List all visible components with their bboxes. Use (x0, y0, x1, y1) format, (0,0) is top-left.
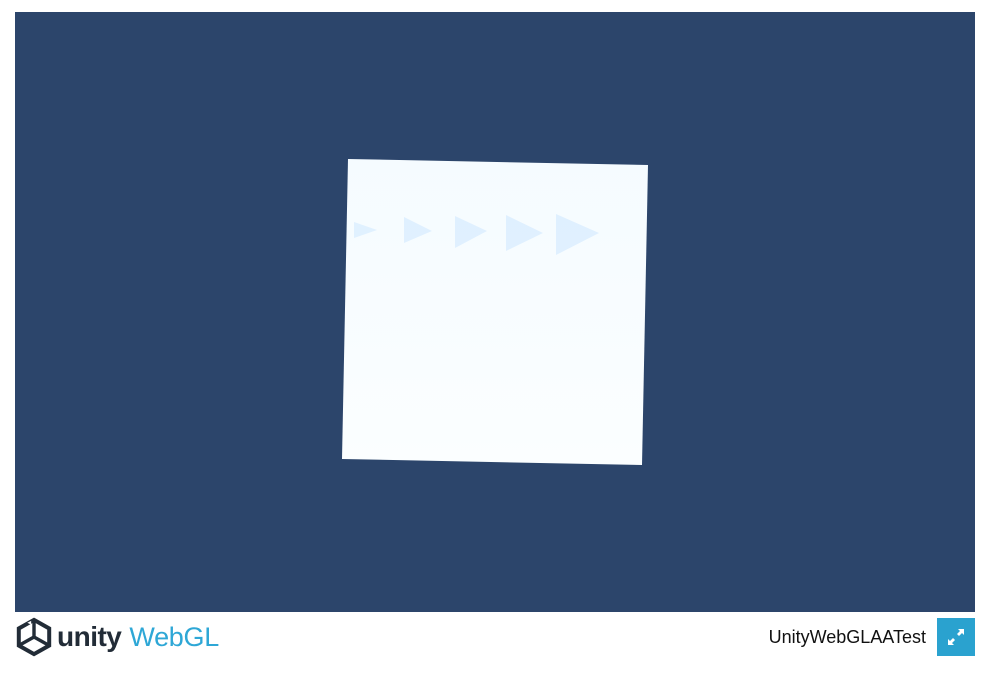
unity-canvas[interactable] (15, 12, 975, 612)
fullscreen-button[interactable] (937, 618, 975, 656)
unity-cube-logo-icon (16, 617, 52, 657)
unity-brand-text: unity (57, 621, 122, 652)
rotated-white-quad (342, 159, 648, 465)
webgl-product-text: WebGL (129, 622, 219, 652)
build-title: UnityWebGLAATest (768, 627, 926, 647)
unity-webgl-logo: unity WebGL (15, 617, 219, 657)
unity-footer: unity WebGL UnityWebGLAATest (15, 612, 975, 662)
scene-render (342, 159, 648, 465)
fullscreen-expand-icon (948, 629, 964, 645)
